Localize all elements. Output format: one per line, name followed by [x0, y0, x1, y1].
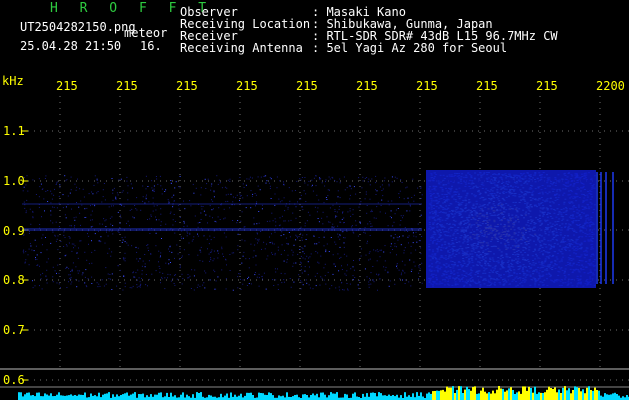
ytick: 0.8	[3, 273, 25, 287]
xtick: 215	[476, 79, 498, 93]
ytick: 0.9	[3, 224, 25, 238]
xtick: 215	[56, 79, 78, 93]
xtick: 215	[116, 79, 138, 93]
noise-band	[22, 175, 423, 291]
yaxis-unit: kHz	[2, 74, 24, 88]
ytick: 0.7	[3, 323, 25, 337]
xtick: 215	[416, 79, 438, 93]
echo-trail	[612, 172, 614, 284]
xtick: 215	[236, 79, 258, 93]
spectrogram-screen: H R O F F T UT2504282150.png meteor 25.0…	[0, 0, 629, 400]
ytick: 1.0	[3, 174, 25, 188]
echo-trail	[596, 172, 598, 284]
count: 16.	[140, 39, 162, 53]
echo-base	[426, 170, 596, 288]
info-label-antenna: Receiving Antenna	[180, 41, 303, 55]
info-value-antenna: : 5el Yagi Az 280 for Seoul	[312, 41, 508, 55]
spectrogram-plot	[0, 96, 629, 400]
datetime: 25.04.28 21:50	[20, 39, 122, 53]
xtick: 215	[296, 79, 318, 93]
carrier-streak	[22, 228, 422, 231]
xtick: 215	[356, 79, 378, 93]
xtick: 215	[536, 79, 558, 93]
xtick: 215	[176, 79, 198, 93]
echo-trail	[600, 172, 602, 284]
xtick: 2200	[596, 79, 625, 93]
ytick: 1.1	[3, 124, 25, 138]
echo-trail	[605, 172, 607, 284]
carrier-streak	[22, 203, 422, 205]
signal-level-strip	[18, 386, 629, 400]
ytick: 0.6	[3, 373, 25, 387]
filename: UT2504282150.png	[20, 20, 136, 34]
